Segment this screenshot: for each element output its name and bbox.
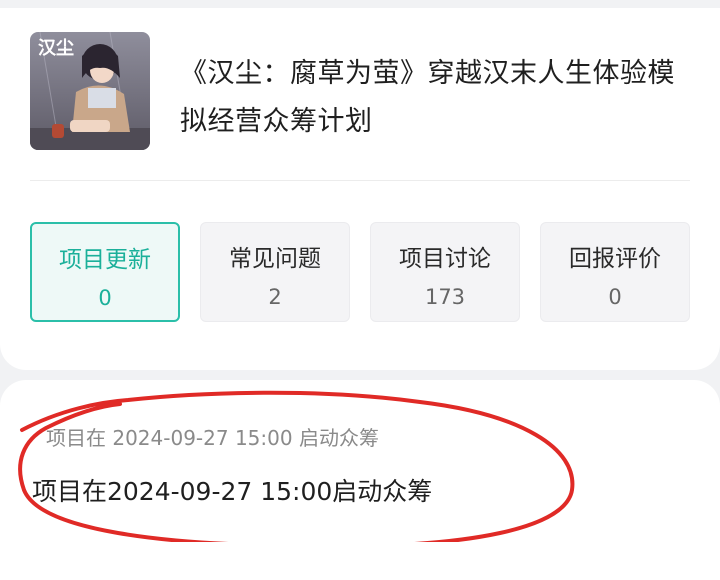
project-cover-image: 汉尘 (30, 32, 150, 150)
tab-faq[interactable]: 常见问题 2 (200, 222, 350, 322)
tab-label: 回报评价 (569, 246, 661, 272)
tab-label: 常见问题 (229, 246, 321, 272)
divider (30, 180, 690, 181)
tab-project-updates[interactable]: 项目更新 0 (30, 222, 180, 322)
project-thumbnail[interactable]: 汉尘 (30, 32, 150, 150)
tab-label: 项目讨论 (399, 246, 491, 272)
project-title: 《汉尘：腐草为萤》穿越汉末人生体验模拟经营众筹计划 (180, 58, 675, 137)
tab-count: 2 (268, 285, 282, 309)
update-text: 项目在2024-09-27 15:00启动众筹 (32, 477, 433, 506)
tab-reward-reviews[interactable]: 回报评价 0 (540, 222, 690, 322)
tab-discussion[interactable]: 项目讨论 173 (370, 222, 520, 322)
tab-count: 0 (98, 286, 112, 310)
tab-count: 173 (424, 285, 466, 309)
update-meta: 项目在 2024-09-27 15:00 启动众筹 (46, 426, 379, 450)
project-tabs: 项目更新 0 常见问题 2 项目讨论 173 回报评价 0 (30, 222, 690, 322)
thumbnail-logo-text: 汉尘 (38, 38, 74, 59)
tab-count: 0 (608, 285, 622, 309)
tab-label: 项目更新 (59, 247, 151, 273)
